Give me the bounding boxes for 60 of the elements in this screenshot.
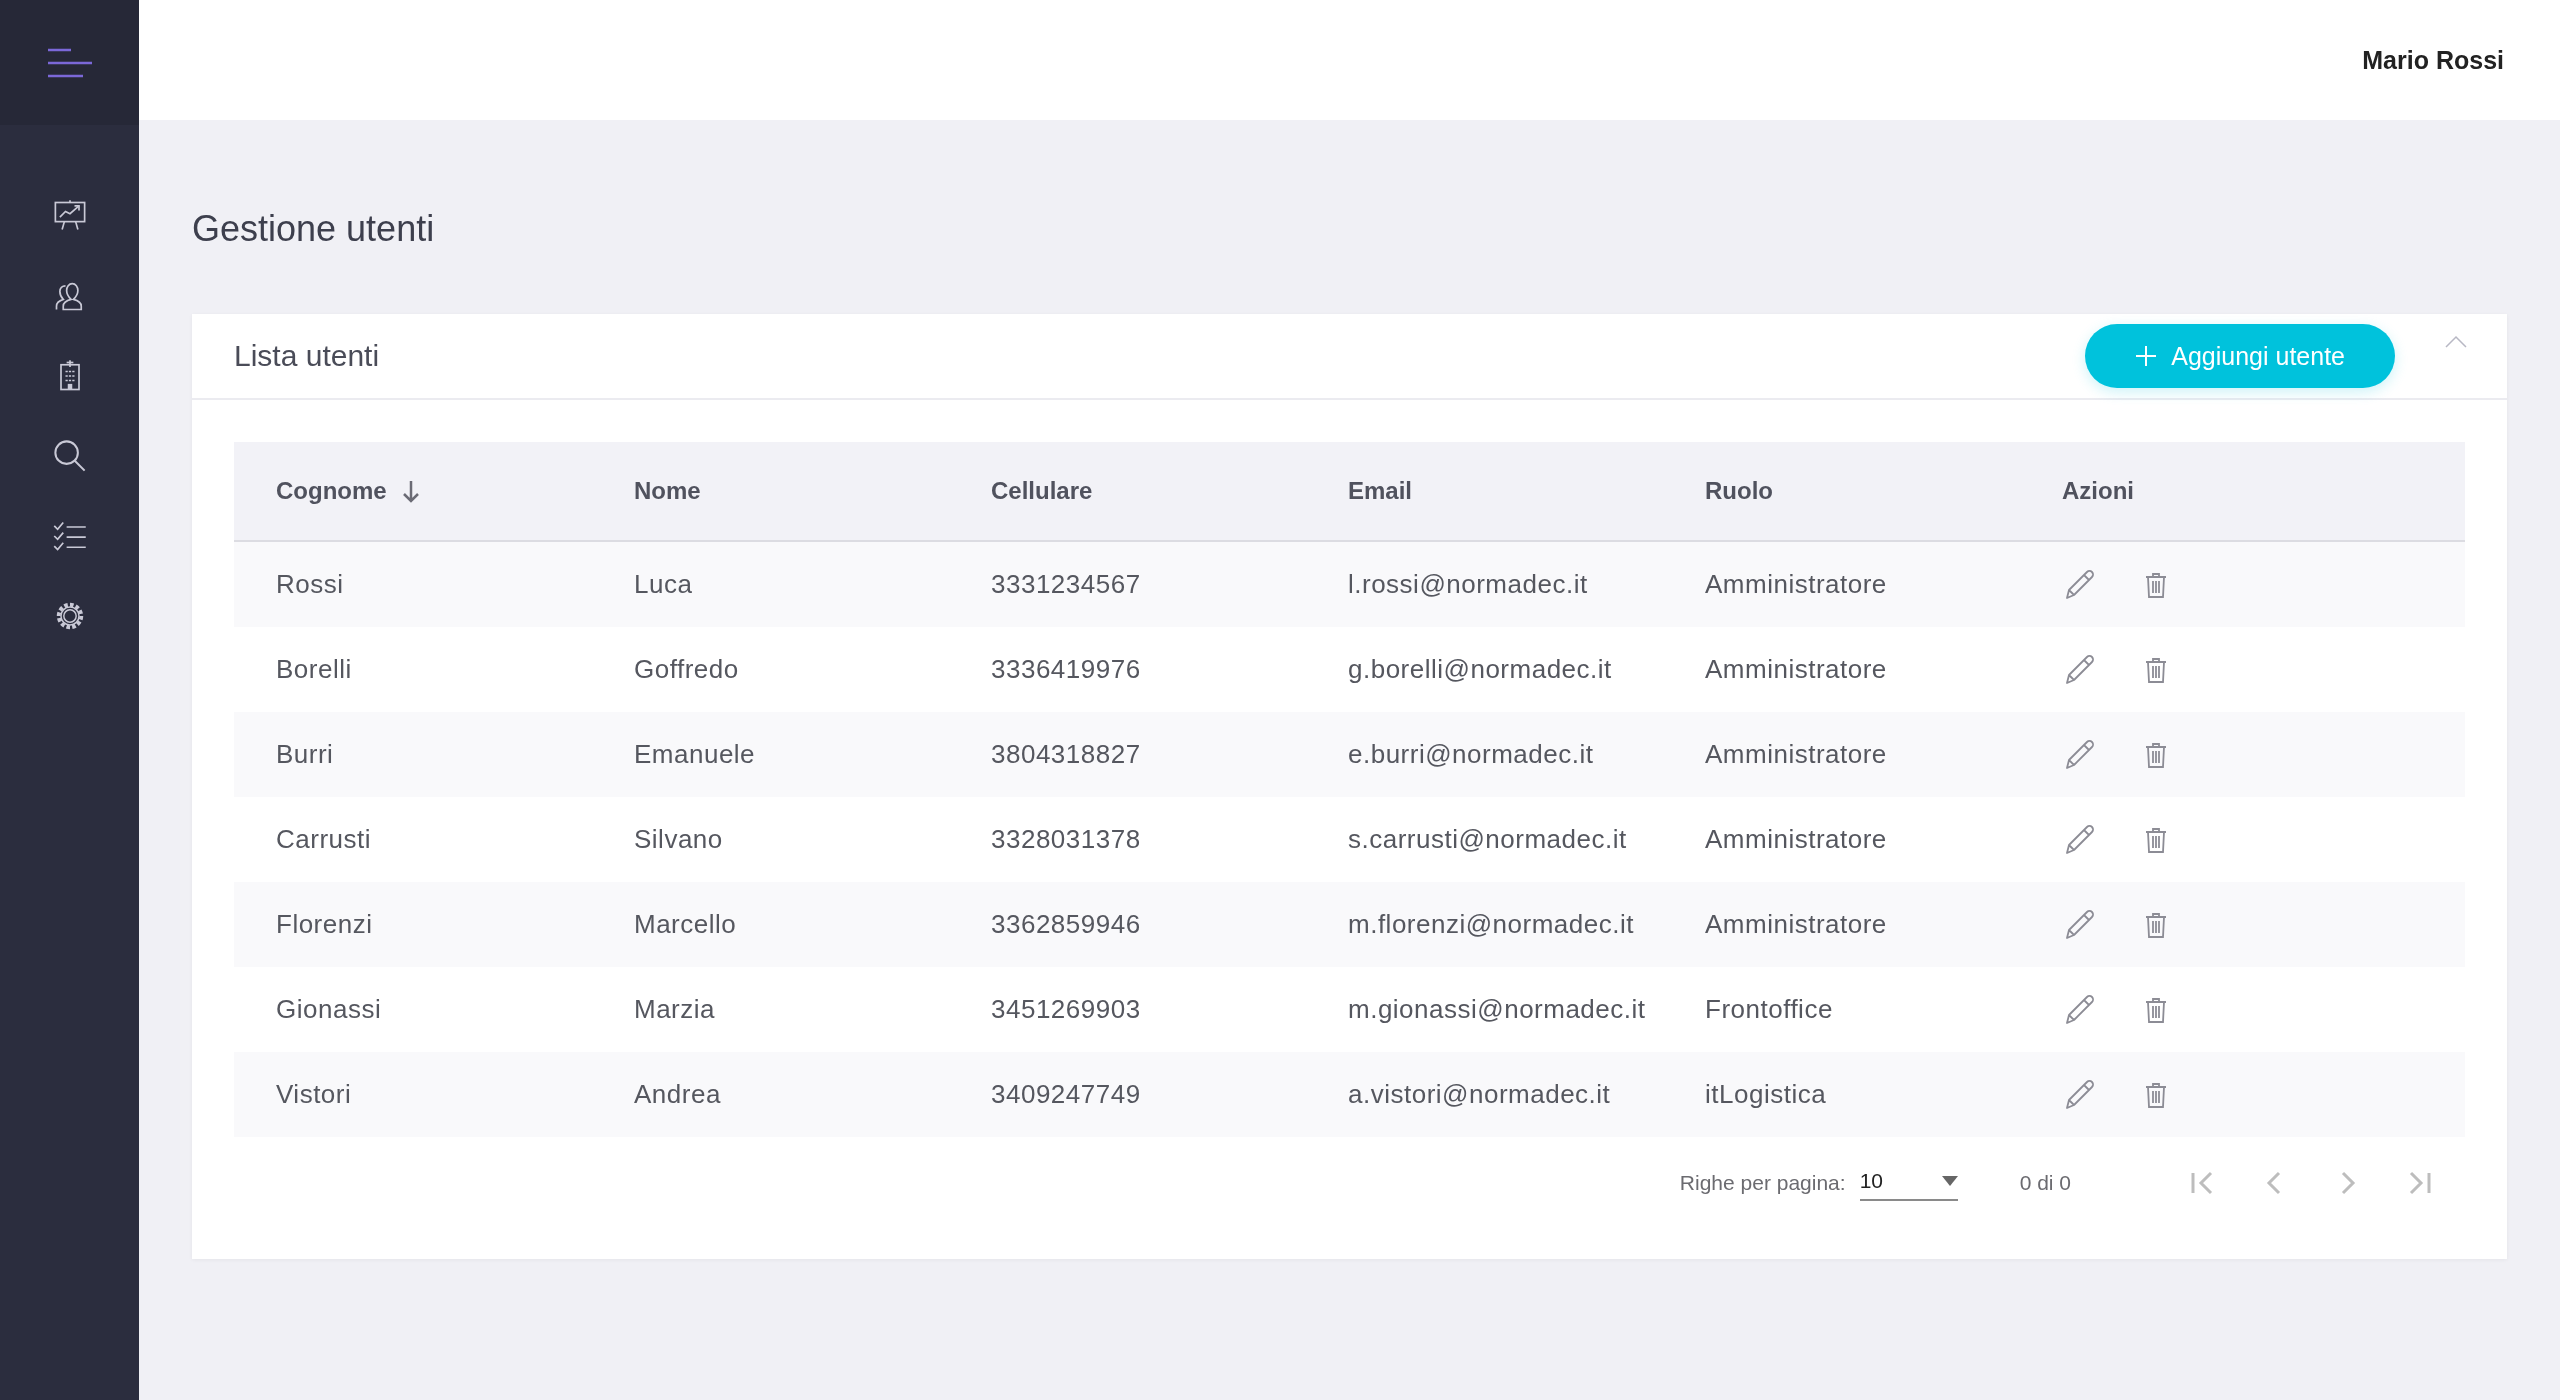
plus-icon [2135, 345, 2158, 367]
trash-icon[interactable] [2144, 655, 2168, 684]
table-cell-text: g.borelli@normadec.it [1348, 653, 1613, 686]
table-cell-text: Marzia [634, 993, 716, 1026]
table-cell: a.vistori@normadec.it [1348, 1052, 1705, 1137]
table-cell: Vistori [234, 1052, 634, 1137]
table-cell-text: Borelli [275, 653, 353, 686]
table-cell-text: Amministratore [1705, 653, 1888, 686]
table-cell: l.rossi@normadec.it [1348, 542, 1705, 627]
trash-icon[interactable] [2144, 570, 2168, 599]
table-cell: Rossi [234, 542, 634, 627]
rows-per-page-label: Righe per pagina: [1679, 1171, 1846, 1195]
rows-per-page-select[interactable]: 10 [1859, 1165, 1958, 1201]
trash-icon[interactable] [2144, 995, 2168, 1024]
table-cell: 3331234567 [991, 542, 1348, 627]
table-cell: Andrea [634, 1052, 991, 1137]
table-cell-text: Gionassi [275, 993, 383, 1026]
trash-icon[interactable] [2144, 910, 2168, 939]
table-cell-text: 3336419976 [991, 653, 1142, 686]
trash-icon[interactable] [2144, 825, 2168, 854]
page-title: Gestione utenti [192, 208, 436, 250]
table-cell: 3804318827 [991, 712, 1348, 797]
table-cell: Marcello [634, 882, 991, 967]
table-cell: Burri [234, 712, 634, 797]
table-cell: e.burri@normadec.it [1348, 712, 1705, 797]
table-cell: Emanuele [634, 712, 991, 797]
user-name[interactable]: Mario Rossi [2362, 45, 2504, 75]
table-cell-text: s.carrusti@normadec.it [1348, 823, 1628, 856]
table-cell-text: Amministratore [1705, 823, 1888, 856]
table-cell: 3409247749 [991, 1052, 1348, 1137]
table-cell-text: Silvano [634, 823, 724, 856]
column-header[interactable]: Email [1348, 442, 1705, 542]
menu-icon[interactable] [46, 47, 93, 78]
trash-icon[interactable] [2144, 1080, 2168, 1109]
table-cell: itLogistica [1705, 1052, 2062, 1137]
column-header[interactable]: Cellulare [991, 442, 1348, 542]
table-cell: Amministratore [1705, 882, 2062, 967]
table-cell: Amministratore [1705, 712, 2062, 797]
column-header[interactable]: Nome [634, 442, 991, 542]
page-range: 0 di 0 [2019, 1171, 2071, 1195]
caret-icon[interactable] [1941, 1176, 1958, 1186]
column-header[interactable]: Azioni [2062, 442, 2465, 542]
table-cell: Florenzi [234, 882, 634, 967]
table-cell: m.florenzi@normadec.it [1348, 882, 1705, 967]
table-cell-text: Goffredo [634, 653, 740, 686]
table-cell-text: m.gionassi@normadec.it [1348, 993, 1647, 1026]
table-cell-text: 3451269903 [991, 993, 1142, 1026]
column-header[interactable]: Ruolo [1705, 442, 2062, 542]
table-cell: 3362859946 [991, 882, 1348, 967]
search-nav-icon[interactable] [51, 438, 88, 474]
table-cell-text: 3328031378 [991, 823, 1142, 856]
table-cell-text: Frontoffice [1705, 993, 1834, 1026]
sort-arrow-icon[interactable] [400, 479, 421, 503]
table-cell-text: Carrusti [275, 823, 372, 856]
trash-icon[interactable] [2144, 740, 2168, 769]
collapse-chevron-icon[interactable] [2445, 334, 2467, 348]
table-cell: Luca [634, 542, 991, 627]
table-cell: Amministratore [1705, 542, 2062, 627]
card-title: Lista utenti [234, 339, 381, 373]
column-header[interactable]: Cognome [234, 442, 634, 542]
